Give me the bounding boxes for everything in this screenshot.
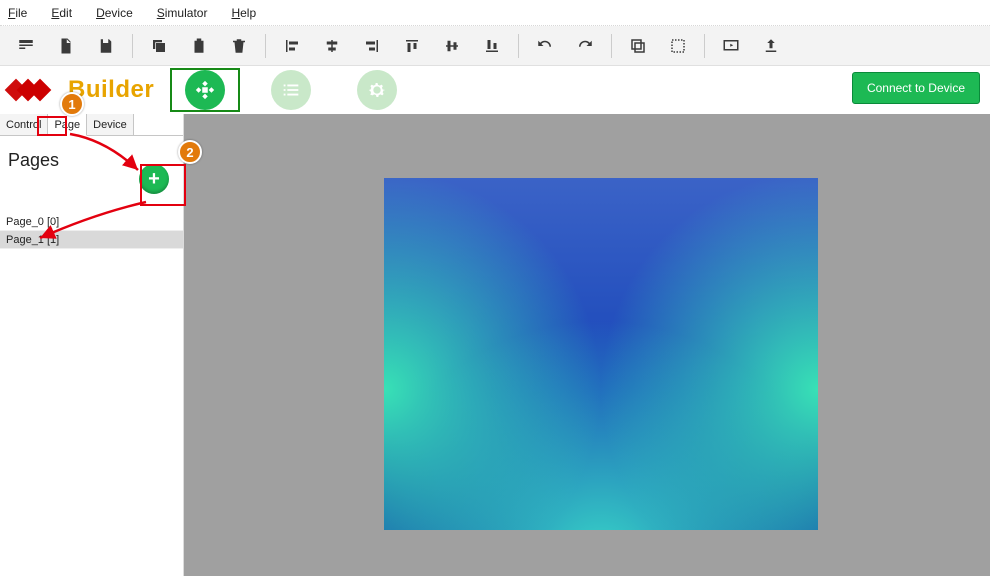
separator <box>132 34 133 58</box>
sidebar: Control Page Device Pages + Page_0 [0] P… <box>0 114 184 576</box>
add-page-button[interactable]: + <box>139 164 169 194</box>
paste-button[interactable] <box>179 26 219 66</box>
undo-button[interactable] <box>525 26 565 66</box>
design-icon <box>185 70 225 110</box>
delete-button[interactable] <box>219 26 259 66</box>
upload-button[interactable] <box>751 26 791 66</box>
page-preview[interactable] <box>384 178 818 530</box>
gear-icon <box>357 70 397 110</box>
menu-bar: File Edit Device Simulator Help <box>0 0 990 26</box>
save-button[interactable] <box>86 26 126 66</box>
menu-help[interactable]: Help <box>231 6 256 20</box>
align-center-v-button[interactable] <box>432 26 472 66</box>
logo-mark-icon <box>8 82 44 98</box>
menu-file[interactable]: File <box>8 6 27 20</box>
align-left-button[interactable] <box>272 26 312 66</box>
align-top-button[interactable] <box>392 26 432 66</box>
redo-button[interactable] <box>565 26 605 66</box>
mode-tabs <box>170 68 412 112</box>
menu-device[interactable]: Device <box>96 6 133 20</box>
separator <box>704 34 705 58</box>
sidebar-tabs: Control Page Device <box>0 114 183 136</box>
page-list-item[interactable]: Page_1 [1] <box>0 231 183 249</box>
menu-simulator[interactable]: Simulator <box>157 6 208 20</box>
menu-edit[interactable]: Edit <box>51 6 72 20</box>
duplicate-button[interactable] <box>618 26 658 66</box>
selection-button[interactable] <box>658 26 698 66</box>
align-center-h-button[interactable] <box>312 26 352 66</box>
copy-button[interactable] <box>139 26 179 66</box>
annotation-marker-1: 1 <box>60 92 84 116</box>
list-icon <box>271 70 311 110</box>
header-row: Builder Connect to Device <box>0 66 990 114</box>
separator <box>265 34 266 58</box>
sidebar-tab-page[interactable]: Page <box>48 114 87 136</box>
mode-settings-button[interactable] <box>342 68 412 112</box>
connect-device-button[interactable]: Connect to Device <box>852 72 980 104</box>
separator <box>611 34 612 58</box>
page-list-item[interactable]: Page_0 [0] <box>0 213 183 231</box>
mode-design-button[interactable] <box>170 68 240 112</box>
align-right-button[interactable] <box>352 26 392 66</box>
main-toolbar <box>0 26 990 66</box>
separator <box>518 34 519 58</box>
play-preview-button[interactable] <box>711 26 751 66</box>
page-list: Page_0 [0] Page_1 [1] <box>0 213 183 249</box>
mode-list-button[interactable] <box>256 68 326 112</box>
sidebar-tab-device[interactable]: Device <box>87 114 134 135</box>
align-bottom-button[interactable] <box>472 26 512 66</box>
body: Control Page Device Pages + Page_0 [0] P… <box>0 114 990 576</box>
sidebar-tab-control[interactable]: Control <box>0 114 48 135</box>
open-file-button[interactable] <box>46 26 86 66</box>
annotation-marker-2: 2 <box>178 140 202 164</box>
new-project-button[interactable] <box>6 26 46 66</box>
canvas-area[interactable] <box>184 114 990 576</box>
